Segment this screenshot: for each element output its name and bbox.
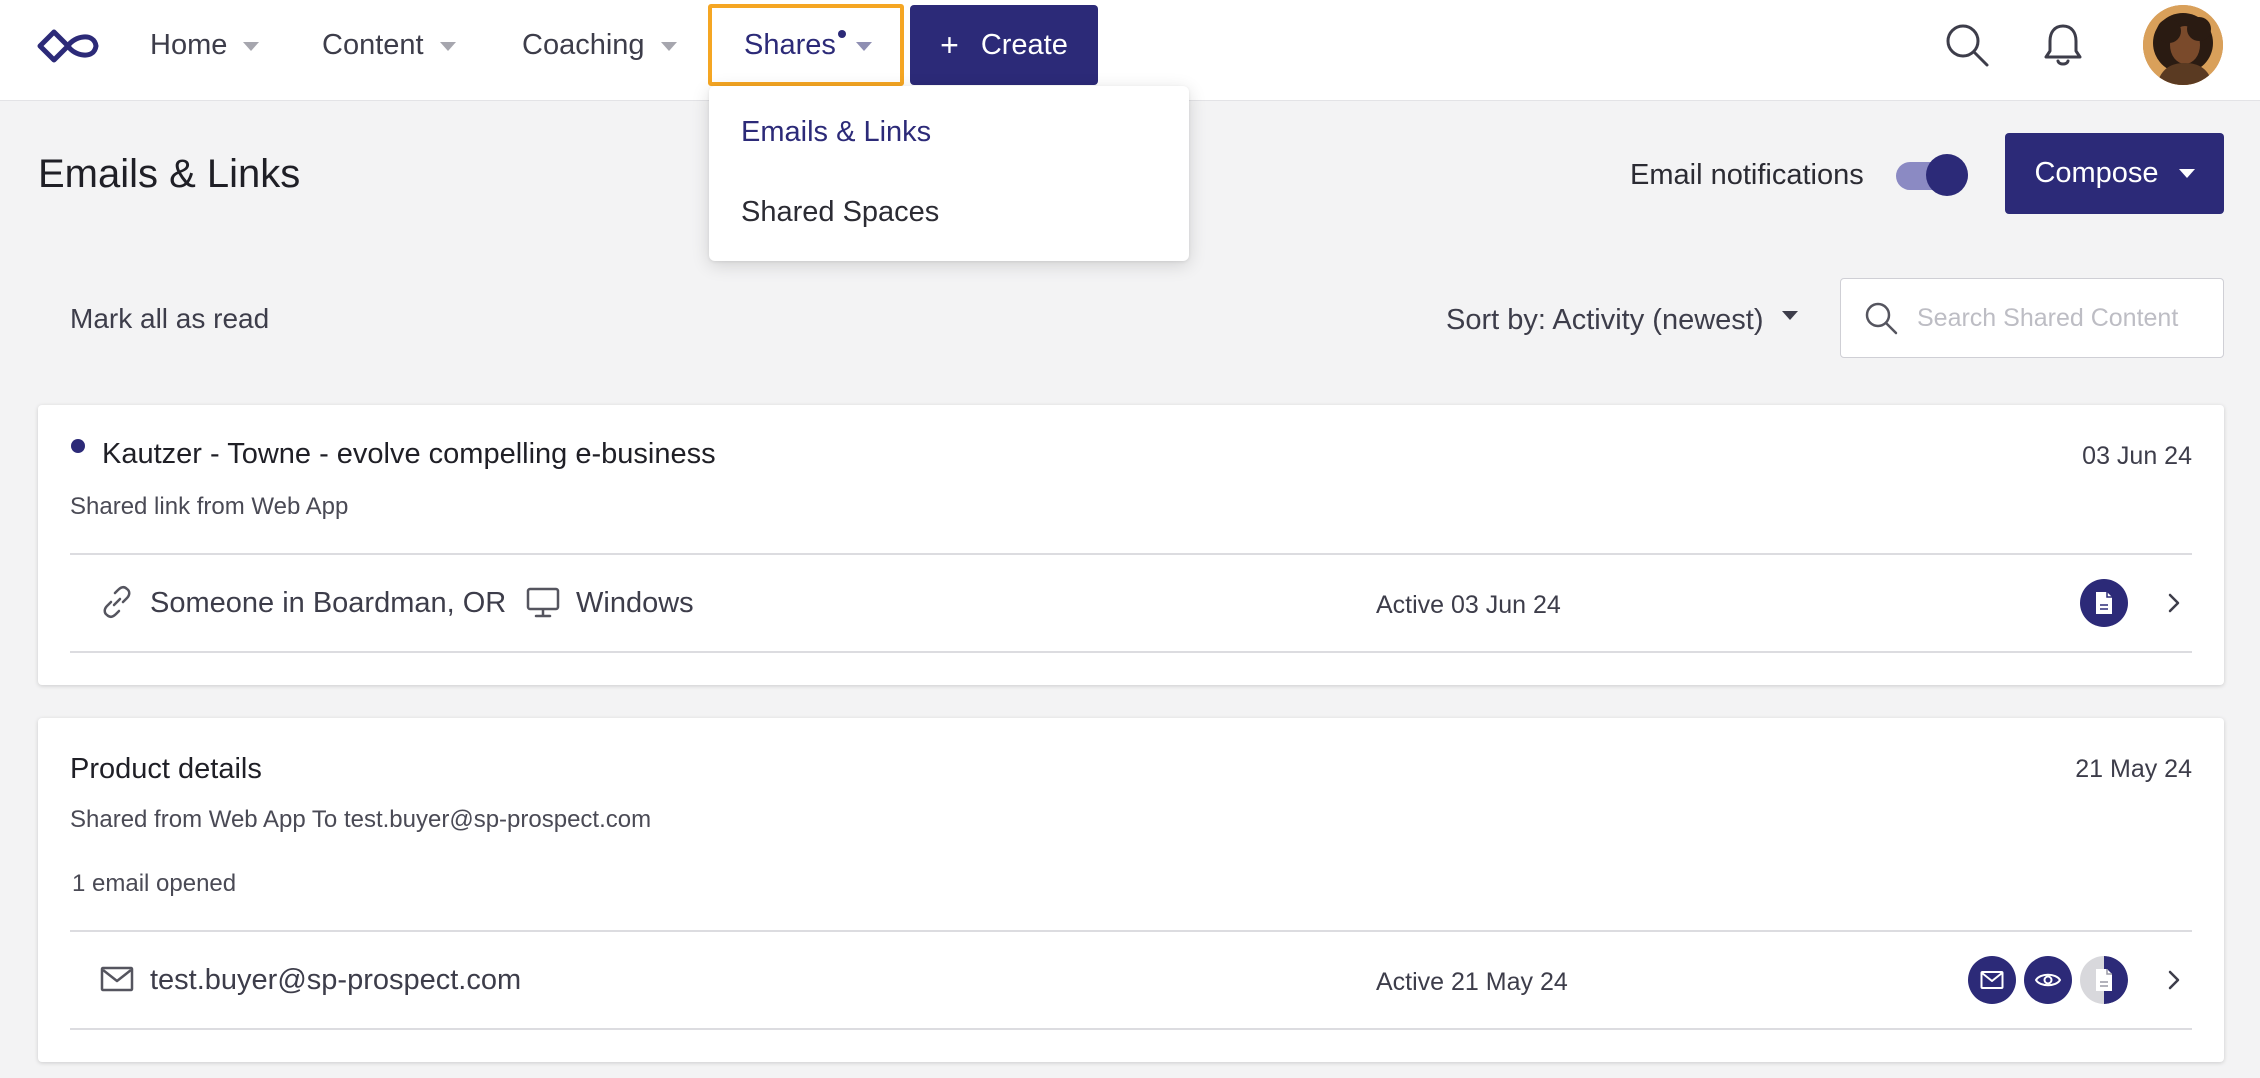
chevron-right-icon[interactable] (2164, 968, 2184, 992)
page-title: Emails & Links (38, 152, 301, 196)
nav-shares-label: Shares (744, 28, 836, 61)
plus-icon: + (940, 27, 959, 63)
divider (70, 1028, 2192, 1030)
active-date: Active 03 Jun 24 (1376, 591, 1561, 619)
eye-icon (2035, 973, 2061, 987)
email-opened-stat: 1 email opened (72, 870, 237, 897)
toggle-knob (1926, 154, 1968, 196)
document-icon (2096, 969, 2112, 991)
search-icon (1865, 302, 1898, 335)
monitor-icon (526, 587, 560, 618)
logo-icon[interactable] (36, 26, 102, 66)
nav-coaching[interactable]: Coaching (522, 0, 677, 90)
document-icon (2096, 592, 2112, 614)
nav-home-label: Home (150, 28, 228, 61)
envelope-icon (1980, 971, 2004, 989)
sort-by-dropdown[interactable]: Sort by: Activity (newest) (1446, 304, 1798, 337)
link-icon (103, 585, 131, 619)
document-partial-view-badge (2080, 956, 2128, 1004)
share-date: 21 May 24 (2075, 755, 2192, 783)
bell-icon[interactable] (2038, 20, 2088, 70)
chevron-down-icon (660, 41, 677, 51)
shares-dropdown-menu: Emails & Links Shared Spaces (709, 86, 1189, 261)
search-shared-content[interactable] (1840, 278, 2224, 358)
divider (70, 651, 2192, 653)
recipient-row[interactable]: Someone in Boardman, OR Windows Active 0… (38, 555, 2224, 651)
email-opened-badge (2024, 956, 2072, 1004)
share-title: Kautzer - Towne - evolve compelling e-bu… (102, 438, 716, 470)
nav-coaching-label: Coaching (522, 28, 645, 61)
email-sent-badge (1968, 956, 2016, 1004)
mark-all-read-link[interactable]: Mark all as read (70, 303, 269, 335)
share-card[interactable]: Kautzer - Towne - evolve compelling e-bu… (38, 405, 2224, 685)
user-photo-icon (2143, 5, 2223, 85)
nav-shares[interactable]: Shares (708, 4, 904, 86)
chevron-down-icon (439, 41, 456, 51)
share-subtitle: Shared from Web App To test.buyer@sp-pro… (70, 806, 652, 833)
search-input[interactable] (1917, 303, 2207, 333)
search-icon[interactable] (1942, 20, 1992, 70)
chevron-down-icon (855, 41, 872, 51)
nav-content-label: Content (322, 28, 424, 61)
share-card[interactable]: Product details 21 May 24 Shared from We… (38, 718, 2224, 1062)
email-notifications-toggle[interactable] (1896, 154, 1968, 196)
avatar[interactable] (2143, 5, 2223, 85)
menu-item-shared-spaces[interactable]: Shared Spaces (741, 196, 939, 229)
recipient-row[interactable]: test.buyer@sp-prospect.com Active 21 May… (38, 932, 2224, 1028)
sort-by-label: Sort by: Activity (newest) (1446, 304, 1764, 336)
create-button[interactable]: + Create (910, 5, 1098, 85)
unread-indicator-dot (838, 30, 846, 38)
device-name: Windows (576, 587, 694, 619)
create-button-label: Create (980, 28, 1068, 61)
nav-content[interactable]: Content (322, 0, 456, 90)
envelope-icon (100, 966, 134, 992)
active-date: Active 21 May 24 (1376, 968, 1568, 996)
share-title: Product details (70, 753, 262, 785)
document-viewed-badge (2080, 579, 2128, 627)
share-subtitle: Shared link from Web App (70, 493, 349, 520)
email-notifications-label: Email notifications (1630, 159, 1864, 191)
chevron-right-icon[interactable] (2164, 591, 2184, 615)
recipient-location: Someone in Boardman, OR (150, 587, 507, 619)
compose-button[interactable]: Compose (2005, 133, 2224, 214)
compose-button-label: Compose (2034, 157, 2159, 189)
unread-indicator-dot (71, 439, 85, 453)
chevron-down-icon (243, 41, 260, 51)
share-date: 03 Jun 24 (2082, 442, 2192, 470)
chevron-down-icon (1781, 311, 1798, 320)
recipient-email: test.buyer@sp-prospect.com (150, 964, 522, 996)
menu-item-emails-links[interactable]: Emails & Links (741, 116, 931, 149)
nav-home[interactable]: Home (150, 0, 260, 90)
chevron-down-icon (2178, 169, 2195, 178)
